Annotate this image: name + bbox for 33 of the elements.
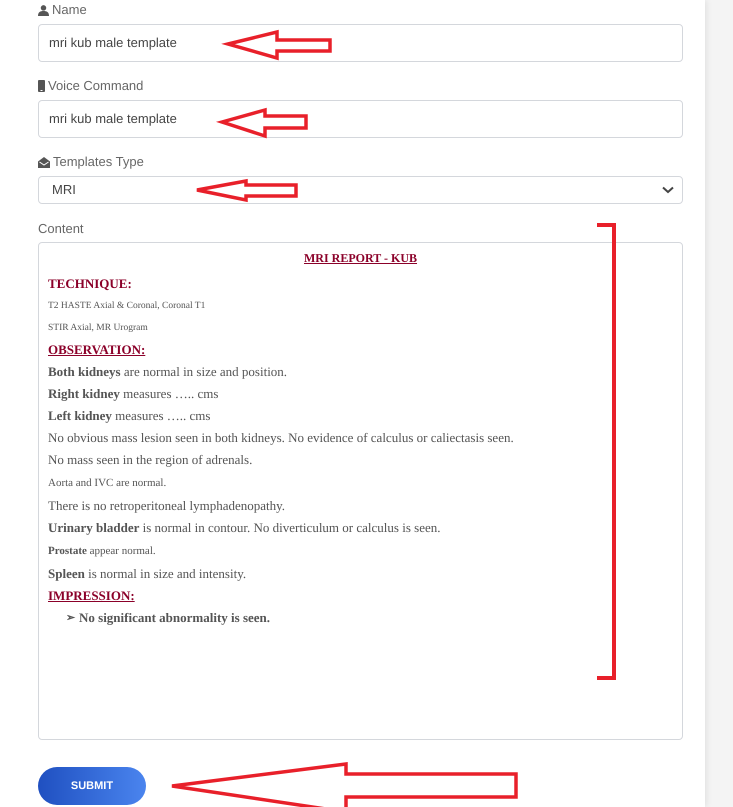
report-text: Spleen is normal in size and intensity. bbox=[48, 565, 246, 583]
field-label: Templates Type bbox=[53, 153, 144, 172]
type-select[interactable]: MRI bbox=[38, 176, 683, 204]
report-text: No obvious mass lesion seen in both kidneys. No evidence of calculus or caliectasis seen. bbox=[48, 429, 514, 447]
report-title: MRI REPORT - KUB bbox=[304, 250, 418, 267]
report-text: STIR Axial, MR Urogram bbox=[48, 322, 148, 335]
report-text: T2 HASTE Axial & Coronal, Coronal T1 bbox=[48, 300, 206, 313]
report-text: No significant abnormality is seen. bbox=[79, 609, 270, 627]
content-editor[interactable] bbox=[38, 242, 683, 740]
envelope-icon bbox=[38, 156, 50, 168]
section-heading: IMPRESSION: bbox=[48, 587, 135, 605]
report-text: Prostate appear normal. bbox=[48, 544, 156, 559]
text-input[interactable]: mri kub male template bbox=[49, 33, 672, 53]
field-label: Content bbox=[38, 220, 85, 237]
text-field[interactable]: mri kub male template bbox=[38, 100, 683, 138]
report-text: Urinary bladder is normal in contour. No diverticulum or calculus is seen. bbox=[48, 519, 440, 537]
phone-icon bbox=[38, 80, 45, 92]
report-text: Both kidneys are normal in size and position. bbox=[48, 363, 288, 381]
report-text: Left kidney measures ….. cms bbox=[48, 407, 210, 425]
report-text: Aorta and IVC are normal. bbox=[48, 476, 166, 491]
submit-button[interactable]: SUBMIT bbox=[38, 767, 146, 805]
report-text: Right kidney measures ….. cms bbox=[48, 385, 218, 403]
report-text: No mass seen in the region of adrenals. bbox=[48, 451, 252, 469]
section-heading: TECHNIQUE: bbox=[48, 275, 132, 293]
text-input[interactable]: mri kub male template bbox=[49, 109, 672, 129]
section-heading: OBSERVATION: bbox=[48, 341, 146, 359]
chevron-down-icon bbox=[662, 186, 674, 194]
text-field[interactable]: mri kub male template bbox=[38, 24, 683, 62]
user-icon bbox=[38, 4, 49, 16]
report-text: There is no retroperitoneal lymphadenopathy. bbox=[48, 497, 286, 515]
field-label: Voice Command bbox=[48, 77, 144, 96]
field-label: Name bbox=[52, 1, 87, 20]
bullet-marker: ➢ bbox=[66, 611, 75, 626]
